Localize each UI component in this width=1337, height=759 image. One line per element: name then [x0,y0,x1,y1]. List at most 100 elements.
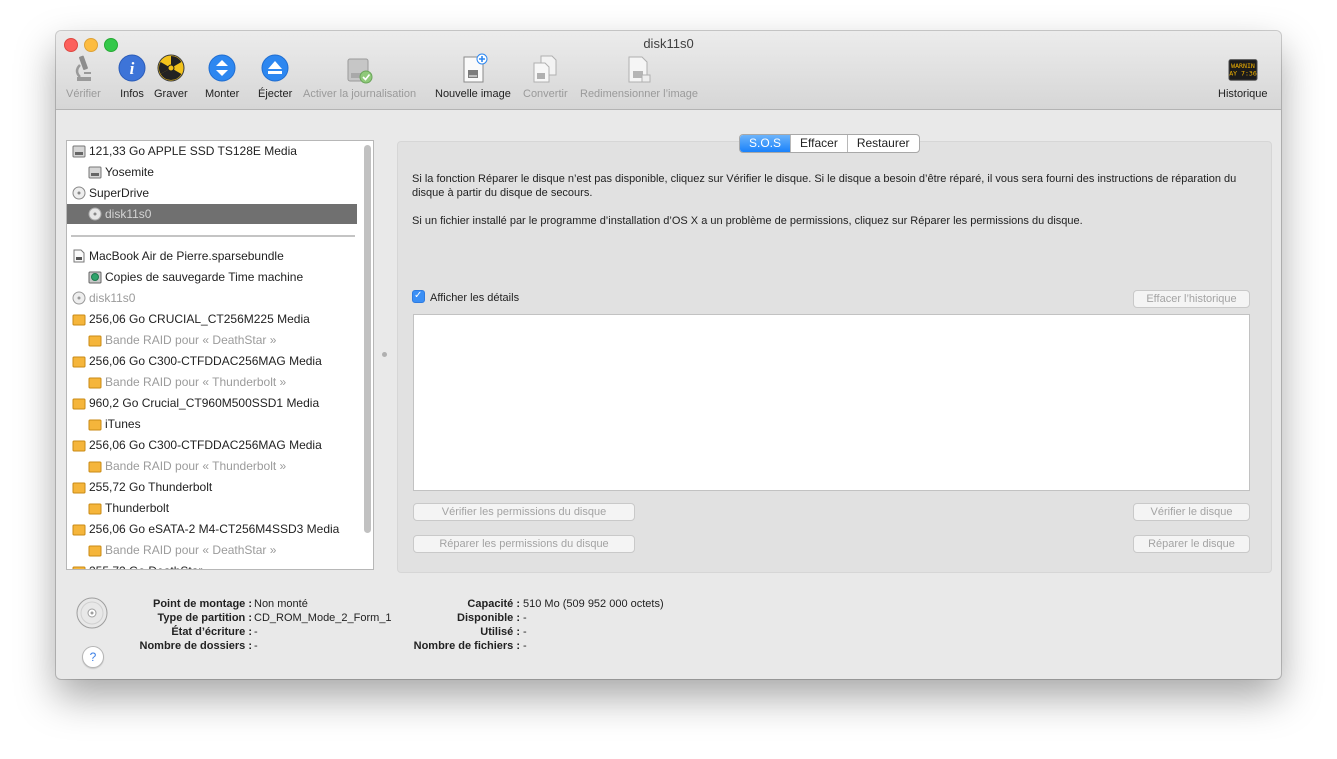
checkbox-checked-icon[interactable] [412,288,425,304]
repair-disk-button[interactable]: Réparer le disque [1133,535,1250,553]
available-label: Disponible : [457,612,520,624]
write-status-label: État d’écriture : [171,626,252,638]
burn-toolbar-button[interactable]: Graver [154,53,188,100]
window-title: disk11s0 [643,36,694,51]
external-disk-icon [88,375,102,389]
files-count-label: Nombre de fichiers : [413,640,520,652]
external-disk-icon [72,564,86,569]
list-item[interactable]: iTunes [67,414,357,434]
journaling-disk-icon [345,53,375,85]
external-disk-icon [88,501,102,515]
disk-list: 121,33 Go APPLE SSD TS128E Media Yosemit… [66,140,374,570]
external-disk-icon [72,438,86,452]
svg-text:i: i [130,59,135,78]
details-log-area[interactable] [413,314,1250,491]
optical-drive-icon [72,186,86,200]
radioactive-burn-icon [156,53,186,85]
disk-image-icon [72,249,86,263]
available-value: - [523,612,527,624]
console-log-icon: WARNIN AY 7:36 [1227,53,1259,85]
list-item[interactable]: 121,33 Go APPLE SSD TS128E Media [67,141,357,161]
external-disk-icon [72,396,86,410]
info-toolbar-button[interactable]: i Infos [117,53,147,100]
log-toolbar-button[interactable]: WARNIN AY 7:36 Historique [1218,53,1268,100]
repair-permissions-button[interactable]: Réparer les permissions du disque [413,535,635,553]
info-values-right: 510 Mo (509 952 000 octets) - - - [523,597,743,653]
convert-toolbar-button[interactable]: Convertir [523,53,568,100]
list-item[interactable]: 255,72 Go Thunderbolt [67,477,357,497]
tab-erase[interactable]: Effacer [791,135,848,152]
permissions-description: Si un fichier installé par le programme … [412,215,1083,227]
list-item[interactable]: Yosemite [67,162,357,182]
new-image-icon [458,53,488,85]
tab-restore[interactable]: Restaurer [848,135,919,152]
external-disk-icon [88,333,102,347]
enable-journaling-toolbar-button[interactable]: Activer la journalisation [303,53,416,100]
external-disk-icon [72,312,86,326]
list-item[interactable]: 256,06 Go CRUCIAL_CT256M225 Media [67,309,357,329]
list-item[interactable]: 960,2 Go Crucial_CT960M500SSD1 Media [67,393,357,413]
capacity-value: 510 Mo (509 952 000 octets) [523,598,664,610]
eject-toolbar-button[interactable]: Éjecter [258,53,292,100]
folders-count-value: - [254,640,258,652]
external-disk-icon [72,480,86,494]
verify-disk-button[interactable]: Vérifier le disque [1133,503,1250,521]
verify-toolbar-button[interactable]: Vérifier [66,53,101,100]
internal-disk-icon [72,144,86,158]
info-icon: i [117,53,147,85]
mount-point-value: Non monté [254,598,308,610]
list-item[interactable]: 256,06 Go C300-CTFDDAC256MAG Media [67,435,357,455]
clear-history-button[interactable]: Effacer l’historique [1133,290,1250,308]
info-values-left: Non monté CD_ROM_Mode_2_Form_1 - - [254,597,414,653]
list-item[interactable]: 256,06 Go C300-CTFDDAC256MAG Media [67,351,357,371]
log-icon-line-2: AY 7:36 [1229,70,1257,78]
tab-first-aid[interactable]: S.O.S [740,135,792,152]
list-item[interactable]: 255,72 Go DeathStar [67,561,357,569]
list-item[interactable]: Bande RAID pour « DeathStar » [67,540,357,560]
list-divider [71,235,355,237]
time-machine-icon [88,270,102,284]
external-disk-icon [88,417,102,431]
list-item[interactable]: Thunderbolt [67,498,357,518]
cd-icon [72,291,86,305]
first-aid-panel: Si la fonction Réparer le disque n’est p… [397,141,1272,573]
cd-icon [88,207,102,221]
mount-icon [207,53,237,85]
list-item[interactable]: Bande RAID pour « Thunderbolt » [67,456,357,476]
partition-type-value: CD_ROM_Mode_2_Form_1 [254,612,392,624]
convert-icon [530,53,560,85]
new-image-toolbar-button[interactable]: Nouvelle image [435,53,511,100]
list-item-selected[interactable]: disk11s0 [67,204,357,224]
split-view-handle[interactable] [382,352,387,357]
external-disk-icon [88,459,102,473]
resize-image-toolbar-button[interactable]: Redimensionner l’image [580,53,698,100]
list-item[interactable]: Bande RAID pour « Thunderbolt » [67,372,357,392]
write-status-value: - [254,626,258,638]
list-item[interactable]: disk11s0 [67,288,357,308]
list-item[interactable]: Bande RAID pour « DeathStar » [67,330,357,350]
first-aid-description: Si la fonction Réparer le disque n’est p… [412,173,1237,199]
folders-count-label: Nombre de dossiers : [139,640,252,652]
mount-toolbar-button[interactable]: Monter [205,53,239,100]
eject-icon [260,53,290,85]
list-item[interactable]: MacBook Air de Pierre.sparsebundle [67,246,357,266]
info-labels-right: Capacité : Disponible : Utilisé : Nombre… [396,597,520,653]
disk-utility-window: disk11s0 Vérifier i Infos Graver Monter … [56,31,1281,679]
toolbar: disk11s0 Vérifier i Infos Graver Monter … [56,31,1281,110]
microscope-icon [68,53,98,85]
external-disk-icon [72,354,86,368]
mount-point-label: Point de montage : [153,598,252,610]
partition-type-label: Type de partition : [157,612,252,624]
list-item[interactable]: SuperDrive [67,183,357,203]
capacity-label: Capacité : [467,598,520,610]
files-count-value: - [523,640,527,652]
external-disk-icon [72,522,86,536]
sidebar-scrollbar[interactable] [364,145,371,533]
resize-image-icon [624,53,654,85]
used-label: Utilisé : [480,626,520,638]
list-item[interactable]: 256,06 Go eSATA-2 M4-CT256M4SSD3 Media [67,519,357,539]
show-details-checkbox[interactable]: Afficher les détails [412,288,519,306]
volume-icon [88,165,102,179]
verify-permissions-button[interactable]: Vérifier les permissions du disque [413,503,635,521]
list-item[interactable]: Copies de sauvegarde Time machine [67,267,357,287]
